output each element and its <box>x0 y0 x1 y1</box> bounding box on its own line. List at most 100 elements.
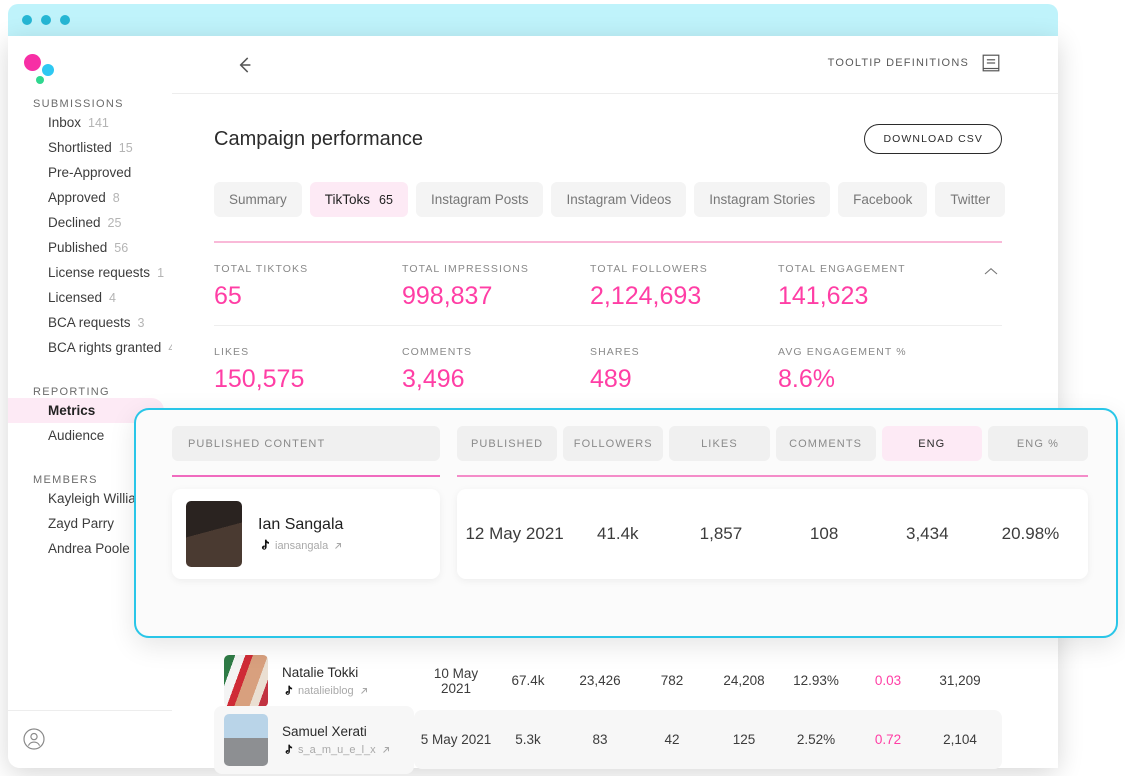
sidebar-section-submissions-title: SUBMISSIONS <box>33 98 124 110</box>
download-csv-button[interactable]: DOWNLOAD CSV <box>864 124 1002 154</box>
overlay-header: PUBLISHED CONTENT PUBLISHED FOLLOWERS LI… <box>136 410 1116 477</box>
creator-handle[interactable]: s_a_m_u_e_l_x <box>282 744 391 756</box>
sidebar-item-pre-approved[interactable]: Pre-Approved <box>8 160 164 185</box>
sidebar: SUBMISSIONS Inbox 141 Shortlisted 15 Pre-A… <box>8 36 175 768</box>
sidebar-item-label: BCA rights granted <box>48 340 162 355</box>
sidebar-item-label: Published <box>48 240 108 255</box>
cell-eng-pct: 12.93% <box>793 673 839 688</box>
creator-handle-text: s_a_m_u_e_l_x <box>298 743 376 756</box>
tab-twitter[interactable]: Twitter <box>935 182 1006 217</box>
tab-label: Instagram Posts <box>430 192 529 207</box>
tooltip-definitions-button[interactable]: TOOLTIP DEFINITIONS <box>828 52 1002 74</box>
sidebar-item-published[interactable]: Published 56 <box>8 235 164 260</box>
stat-value: 489 <box>590 365 632 393</box>
header-likes[interactable]: LIKES <box>669 426 770 461</box>
page-title: Campaign performance <box>214 127 423 150</box>
stat-avg-engagement-pct: AVG ENGAGEMENT % 8.6% <box>778 346 966 394</box>
creator-cell[interactable]: Samuel Xerati s_a_m_u_e_l_x <box>214 705 414 774</box>
tab-facebook[interactable]: Facebook <box>838 182 928 217</box>
chevron-up-icon[interactable] <box>982 265 1000 277</box>
cell-likes: 83 <box>592 732 608 747</box>
creator-handle[interactable]: iansangala <box>258 539 343 552</box>
user-avatar-icon[interactable] <box>22 727 46 751</box>
sidebar-item-count: 141 <box>88 116 109 130</box>
tiktok-icon <box>261 539 269 550</box>
book-definitions-icon[interactable] <box>980 52 1002 74</box>
table-row[interactable]: Samuel Xerati s_a_m_u_e_l_x 5 May 2021 5… <box>214 705 1002 774</box>
stat-label: COMMENTS <box>402 346 473 358</box>
account-footer[interactable] <box>8 710 172 768</box>
cell-followers: 67.4k <box>511 673 545 688</box>
sidebar-item-bca-requests[interactable]: BCA requests 3 <box>8 310 164 335</box>
header-followers[interactable]: FOLLOWERS <box>563 426 664 461</box>
stat-value: 2,124,693 <box>590 282 702 310</box>
metrics-cells: 5 May 2021 5.3k 83 42 125 2.52% 0.72 2,1… <box>414 710 1002 769</box>
sidebar-item-label: Inbox <box>48 115 82 130</box>
window-close-dot[interactable] <box>22 15 32 25</box>
tab-instagram-videos[interactable]: Instagram Videos <box>551 182 687 217</box>
brand-dots-logo[interactable] <box>22 51 62 87</box>
topbar: TOOLTIP DEFINITIONS <box>172 36 1058 94</box>
tab-summary[interactable]: Summary <box>214 182 302 217</box>
tab-tiktoks[interactable]: TikToks 65 <box>309 182 408 217</box>
stat-total-impressions: TOTAL IMPRESSIONS 998,837 <box>402 263 590 311</box>
tab-instagram-stories[interactable]: Instagram Stories <box>694 182 831 217</box>
metrics-cells: 10 May 2021 67.4k 23,426 782 24,208 12.9… <box>414 651 1002 710</box>
sidebar-item-licensed[interactable]: Licensed 4 <box>8 285 164 310</box>
stat-value: 141,623 <box>778 282 869 310</box>
header-eng[interactable]: ENG <box>881 426 982 461</box>
sidebar-item-label: Pre-Approved <box>48 165 132 180</box>
creator-name: Ian Sangala <box>258 516 344 533</box>
stat-likes: LIKES 150,575 <box>214 346 402 394</box>
creator-cell[interactable]: Natalie Tokki natalieiblog <box>214 647 414 715</box>
stat-label: TOTAL TIKTOKS <box>214 263 309 275</box>
tab-count: 65 <box>379 193 393 207</box>
cell-eng-pct: 20.98% <box>1001 524 1060 543</box>
tab-label: Summary <box>229 192 287 207</box>
window-minimize-dot[interactable] <box>41 15 51 25</box>
header-eng-pct[interactable]: ENG % <box>987 426 1089 461</box>
header-published-content[interactable]: PUBLISHED CONTENT <box>172 426 440 461</box>
creator-handle-text: iansangala <box>275 539 329 552</box>
window-maximize-dot[interactable] <box>60 15 70 25</box>
stats-row: TOTAL TIKTOKS 65 TOTAL IMPRESSIONS 998,8… <box>214 243 1002 326</box>
header-comments[interactable]: COMMENTS <box>775 426 876 461</box>
sidebar-item-inbox[interactable]: Inbox 141 <box>8 110 164 135</box>
app-window: SUBMISSIONS Inbox 141 Shortlisted 15 Pre-A… <box>8 36 1058 774</box>
external-link-icon <box>335 542 342 549</box>
creator-handle[interactable]: natalieiblog <box>282 685 369 697</box>
cell-followers: 5.3k <box>515 732 541 747</box>
stat-total-followers: TOTAL FOLLOWERS 2,124,693 <box>590 263 778 311</box>
cell-comments: 782 <box>660 673 684 688</box>
sidebar-list-submissions: Inbox 141 Shortlisted 15 Pre-Approved Appr… <box>8 110 175 360</box>
tab-label: Facebook <box>853 192 913 207</box>
sidebar-item-license-requests[interactable]: License requests 1 <box>8 260 164 285</box>
sidebar-item-shortlisted[interactable]: Shortlisted 15 <box>8 135 164 160</box>
tab-label: Instagram Videos <box>566 192 672 207</box>
cell-comments: 108 <box>809 524 839 543</box>
window-controls[interactable] <box>22 15 70 25</box>
sidebar-item-label: Andrea Poole <box>48 541 130 556</box>
sidebar-item-bca-rights-granted[interactable]: BCA rights granted4 <box>8 335 175 360</box>
cell-likes: 23,426 <box>579 673 621 688</box>
header-published[interactable]: PUBLISHED <box>457 426 558 461</box>
arrow-left-icon[interactable] <box>232 52 258 78</box>
sidebar-item-count: 56 <box>114 241 129 255</box>
sidebar-item-declined[interactable]: Declined 25 <box>8 210 164 235</box>
overlay-creator-cell[interactable]: Ian Sangala iansangala <box>172 489 440 579</box>
tab-label: Instagram Stories <box>709 192 816 207</box>
stat-value: 8.6% <box>778 365 835 393</box>
tab-instagram-posts[interactable]: Instagram Posts <box>415 182 544 217</box>
sidebar-item-label: Audience <box>48 428 105 443</box>
creator-thumbnail <box>224 654 268 707</box>
sidebar-item-label: Zayd Parry <box>48 516 115 531</box>
stat-label: TOTAL ENGAGEMENT <box>778 263 906 275</box>
stat-value: 65 <box>214 282 242 310</box>
sidebar-item-approved[interactable]: Approved 8 <box>8 185 164 210</box>
cell-last: 2,104 <box>943 732 977 747</box>
stat-label: TOTAL IMPRESSIONS <box>402 263 530 275</box>
platform-tabs: Summary TikToks 65 Instagram Posts Instag… <box>214 182 1006 217</box>
table-row[interactable]: Natalie Tokki natalieiblog 10 May 2021 6… <box>214 651 1002 710</box>
cell-likes: 1,857 <box>699 524 743 543</box>
published-content-overlay: PUBLISHED CONTENT PUBLISHED FOLLOWERS LI… <box>134 408 1118 638</box>
